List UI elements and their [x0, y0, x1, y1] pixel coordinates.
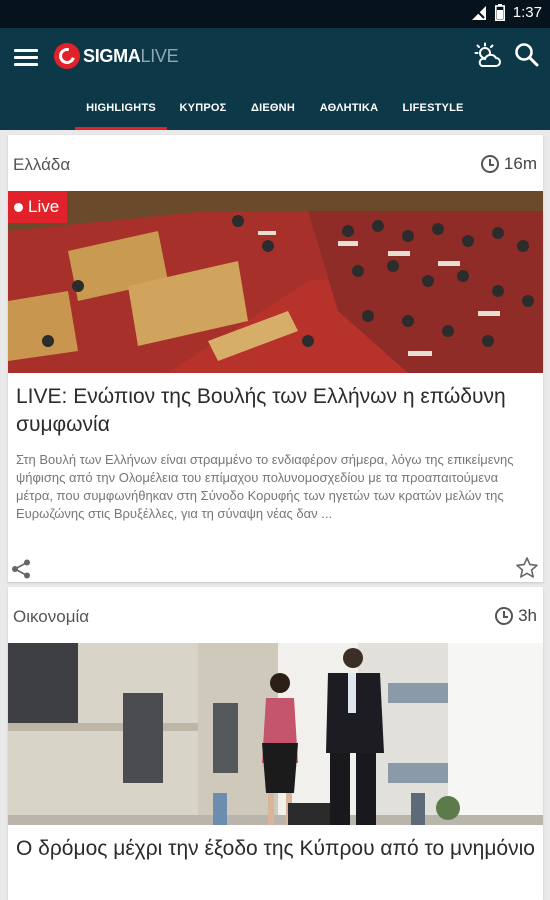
article-category: Οικονομία	[13, 607, 90, 626]
tab-lifestyle[interactable]: LIFESTYLE	[400, 98, 466, 130]
live-badge: Live	[8, 191, 68, 223]
search-icon[interactable]	[514, 42, 540, 68]
live-dot-icon	[14, 202, 23, 212]
share-icon[interactable]	[10, 558, 32, 580]
category-tabs: HIGHLIGHTS ΚΥΠΡΟΣ ΔΙΕΘΝΗ ΑΘΛΗΤΙΚΑ LIFEST…	[0, 98, 550, 130]
app-bar: SIGMA LIVE HIGHLIGHTS ΚΥΠΡΟΣ ΔΙΕΘΝΗ ΑΘΛΗΤ…	[0, 28, 550, 130]
article-time-label: 3h	[518, 606, 537, 625]
status-bar: 1:37	[0, 0, 550, 28]
menu-icon[interactable]	[14, 46, 38, 70]
status-time: 1:37	[512, 4, 542, 21]
article-category: Ελλάδα	[13, 155, 71, 174]
article-card[interactable]: Οικονομία 3h Ο δρόμος μέχρι την έξοδο τη…	[8, 587, 543, 900]
battery-icon	[494, 4, 505, 21]
card-actions	[8, 538, 543, 582]
tab-highlights[interactable]: HIGHLIGHTS	[75, 98, 167, 130]
star-icon[interactable]	[515, 556, 539, 580]
article-summary: Στη Βουλή των Ελλήνων είναι στραμμένο το…	[16, 452, 514, 521]
article-image[interactable]	[8, 643, 543, 825]
logo-text-light: LIVE	[140, 45, 179, 66]
clock-icon	[480, 155, 499, 173]
signal-icon	[471, 5, 486, 20]
live-badge-label: Live	[28, 197, 60, 216]
tab-cyprus[interactable]: ΚΥΠΡΟΣ	[176, 98, 230, 130]
article-card[interactable]: Ελλάδα 16m Live LIVE: Ενώπιον της Βουλής…	[8, 135, 543, 582]
parliament-photo	[8, 191, 543, 373]
weather-icon[interactable]	[474, 42, 502, 70]
article-time: 3h	[495, 606, 537, 626]
tab-international[interactable]: ΔΙΕΘΝΗ	[247, 98, 299, 130]
article-time: 16m	[480, 154, 537, 174]
article-title[interactable]: Ο δρόμος μέχρι την έξοδο της Κύπρου από …	[8, 825, 543, 863]
status-icons: 1:37	[471, 4, 542, 21]
clock-icon	[495, 607, 514, 625]
article-title[interactable]: LIVE: Ενώπιον της Βουλής των Ελλήνων η ε…	[8, 373, 543, 439]
tab-sports[interactable]: ΑΘΛΗΤΙΚΑ	[318, 98, 380, 130]
sigmalive-logo: SIGMA LIVE	[54, 41, 179, 71]
article-time-label: 16m	[503, 154, 537, 173]
logo-text-bold: SIGMA	[83, 45, 141, 66]
street-photo	[8, 643, 543, 825]
article-image[interactable]: Live	[8, 191, 543, 373]
card-header: Ελλάδα 16m	[8, 135, 543, 191]
logo-mark-icon	[54, 43, 80, 69]
card-header: Οικονομία 3h	[8, 587, 543, 643]
